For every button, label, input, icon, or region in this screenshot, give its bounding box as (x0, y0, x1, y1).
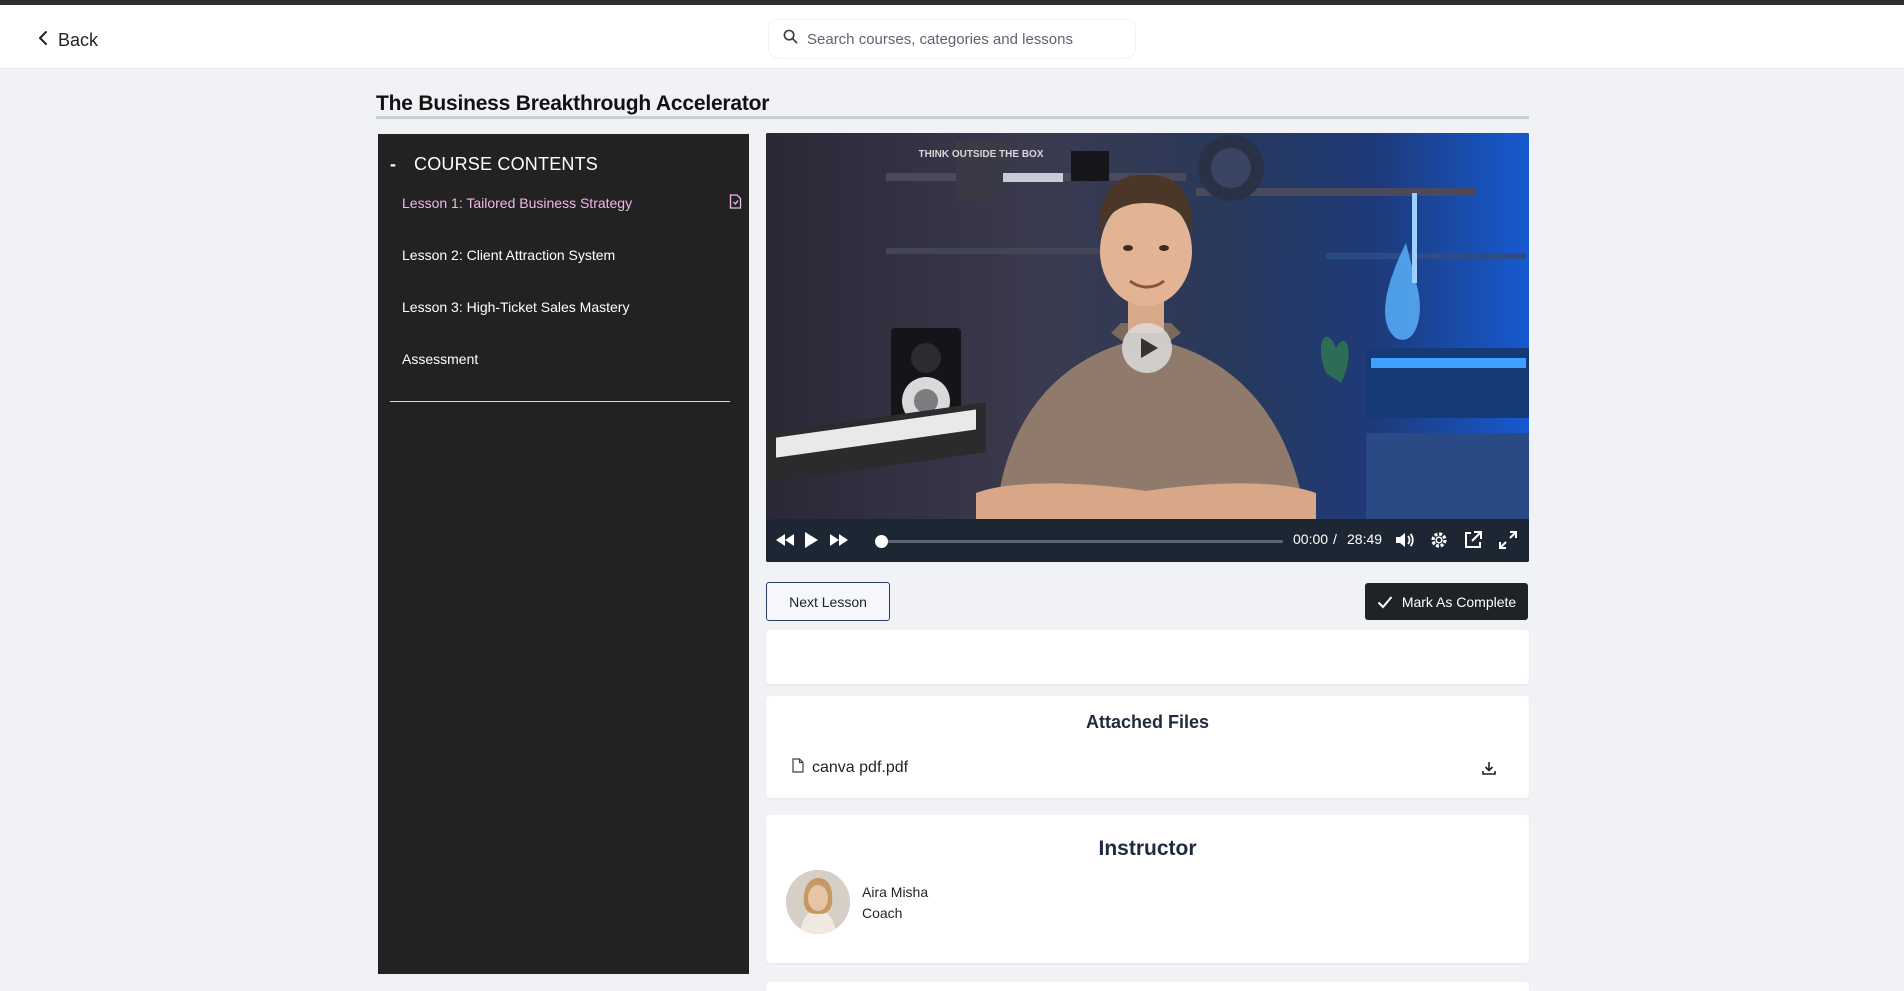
mark-complete-button[interactable]: Mark As Complete (1365, 583, 1528, 620)
settings-button[interactable] (1428, 529, 1450, 551)
sidebar-item-lesson-1[interactable]: Lesson 1: Tailored Business Strategy (402, 188, 742, 218)
back-label: Back (58, 29, 99, 50)
fullscreen-button[interactable] (1497, 529, 1519, 551)
instructor-card: Instructor Aira Misha Coach (766, 815, 1529, 963)
fast-forward-icon (830, 534, 848, 546)
course-title: The Business Breakthrough Accelerator (376, 92, 770, 115)
title-divider (376, 116, 1529, 119)
time-separator: / (1333, 531, 1337, 547)
sidebar-item-lesson-2[interactable]: Lesson 2: Client Attraction System (402, 240, 742, 270)
check-icon (1377, 595, 1393, 608)
chevron-left-icon (36, 30, 50, 51)
collapse-toggle[interactable]: - (390, 154, 400, 175)
file-name: canva pdf.pdf (812, 759, 909, 776)
volume-button[interactable] (1393, 529, 1415, 551)
file-item[interactable]: canva pdf.pdf (792, 758, 908, 778)
avatar (786, 870, 850, 934)
sidebar-item-lesson-3[interactable]: Lesson 3: High-Ticket Sales Mastery (402, 292, 742, 322)
volume-icon (1396, 533, 1414, 547)
back-link[interactable]: Back (36, 27, 98, 53)
search-input[interactable] (807, 30, 1107, 48)
fullscreen-icon (1499, 531, 1517, 549)
download-button[interactable] (1481, 760, 1497, 776)
rewind-icon (776, 534, 794, 546)
play-overlay-button[interactable] (1122, 323, 1172, 373)
file-icon (792, 758, 804, 778)
lesson-label: Assessment (402, 351, 479, 367)
instructor-role: Coach (862, 905, 903, 921)
current-time: 00:00 (1293, 531, 1329, 547)
search-icon (783, 29, 798, 49)
lesson-label: Lesson 1: Tailored Business Strategy (402, 195, 633, 211)
next-lesson-button[interactable]: Next Lesson (766, 582, 890, 621)
progress-handle[interactable] (875, 535, 888, 548)
video-frame[interactable]: THINK OUTSIDE THE BOX (766, 133, 1529, 519)
mark-complete-label: Mark As Complete (1401, 593, 1517, 610)
next-section-card (766, 982, 1529, 991)
sidebar-divider (390, 401, 730, 402)
instructor-title: Instructor (1098, 837, 1197, 860)
file-icon[interactable] (729, 194, 742, 212)
video-player[interactable]: THINK OUTSIDE THE BOX 00:00 / 28:49 (766, 133, 1529, 562)
lesson-description-card (766, 630, 1529, 684)
play-button[interactable] (800, 529, 822, 551)
search-bar (768, 19, 1136, 59)
lesson-label: Lesson 2: Client Attraction System (402, 247, 616, 263)
frame-poster-text: THINK OUTSIDE THE BOX (918, 149, 1043, 160)
header: Back (0, 5, 1904, 69)
download-icon (1482, 762, 1496, 775)
course-contents-sidebar: - COURSE CONTENTS Lesson 1: Tailored Bus… (378, 134, 749, 974)
video-controls: 00:00 / 28:49 (766, 519, 1529, 562)
external-link-icon (1465, 531, 1482, 548)
play-icon (1141, 338, 1158, 358)
attached-files-card: Attached Files canva pdf.pdf (766, 696, 1529, 798)
course-contents-header[interactable]: - COURSE CONTENTS (390, 154, 598, 175)
lesson-label: Lesson 3: High-Ticket Sales Mastery (402, 299, 630, 315)
sidebar-item-assessment[interactable]: Assessment (402, 344, 742, 374)
gear-icon (1431, 532, 1447, 548)
rewind-button[interactable] (774, 529, 796, 551)
duration: 28:49 (1347, 531, 1383, 547)
fast-forward-button[interactable] (828, 529, 850, 551)
progress-bar[interactable] (875, 535, 1283, 548)
attached-files-title: Attached Files (1085, 712, 1210, 732)
course-contents-heading: COURSE CONTENTS (414, 154, 599, 174)
play-icon (805, 532, 818, 548)
instructor-name: Aira Misha (862, 884, 929, 900)
pop-out-button[interactable] (1462, 529, 1484, 551)
